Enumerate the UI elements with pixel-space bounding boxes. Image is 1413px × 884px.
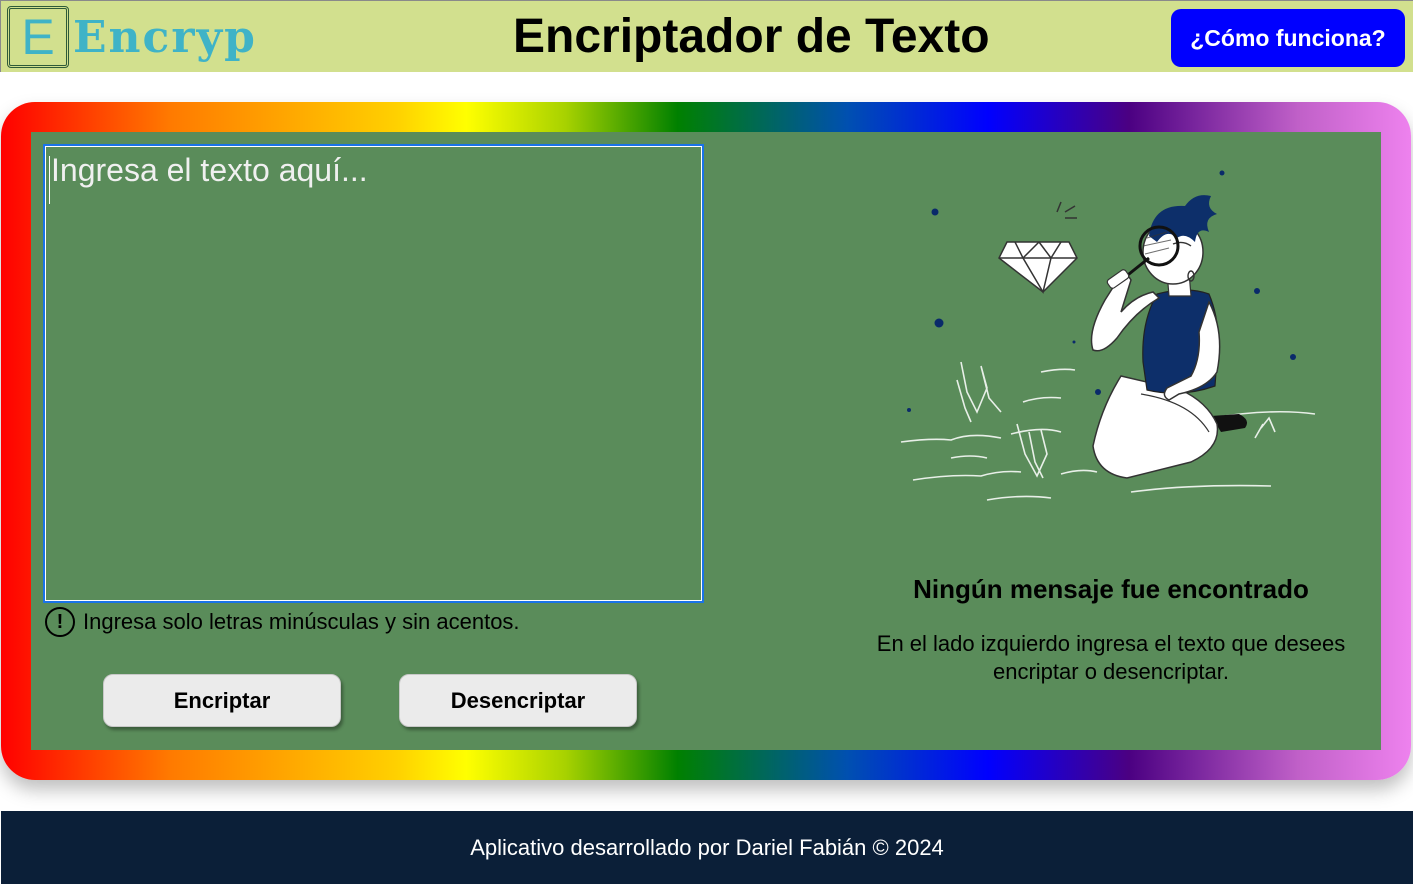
- page-title: Encriptador de Texto: [513, 10, 990, 63]
- how-it-works-button[interactable]: ¿Cómo funciona?: [1171, 9, 1405, 67]
- text-input[interactable]: [43, 144, 704, 603]
- decrypt-button[interactable]: Desencriptar: [399, 674, 637, 727]
- main-panel: ! Ingresa solo letras minúsculas y sin a…: [31, 132, 1381, 750]
- footer: Aplicativo desarrollado por Dariel Fabiá…: [1, 811, 1413, 884]
- input-hint: ! Ingresa solo letras minúsculas y sin a…: [45, 607, 520, 637]
- app-header: E Encryp Encriptador de Texto ¿Cómo func…: [0, 0, 1413, 72]
- empty-message-title: Ningún mensaje fue encontrado: [913, 574, 1309, 604]
- exclamation-icon: !: [45, 607, 75, 637]
- logo-text: Encryp: [73, 11, 257, 63]
- logo: E Encryp: [7, 6, 257, 68]
- logo-mark: E: [7, 6, 69, 68]
- hint-text: Ingresa solo letras minúsculas y sin ace…: [83, 609, 520, 634]
- footer-text: Aplicativo desarrollado por Dariel Fabiá…: [470, 834, 944, 860]
- rainbow-frame: ! Ingresa solo letras minúsculas y sin a…: [1, 102, 1411, 780]
- person-magnifying-diamond-illustration: [900, 170, 1316, 501]
- text-cursor: [49, 156, 50, 204]
- empty-message-body: En el lado izquierdo ingresa el texto qu…: [876, 631, 1346, 684]
- encrypt-button[interactable]: Encriptar: [103, 674, 341, 727]
